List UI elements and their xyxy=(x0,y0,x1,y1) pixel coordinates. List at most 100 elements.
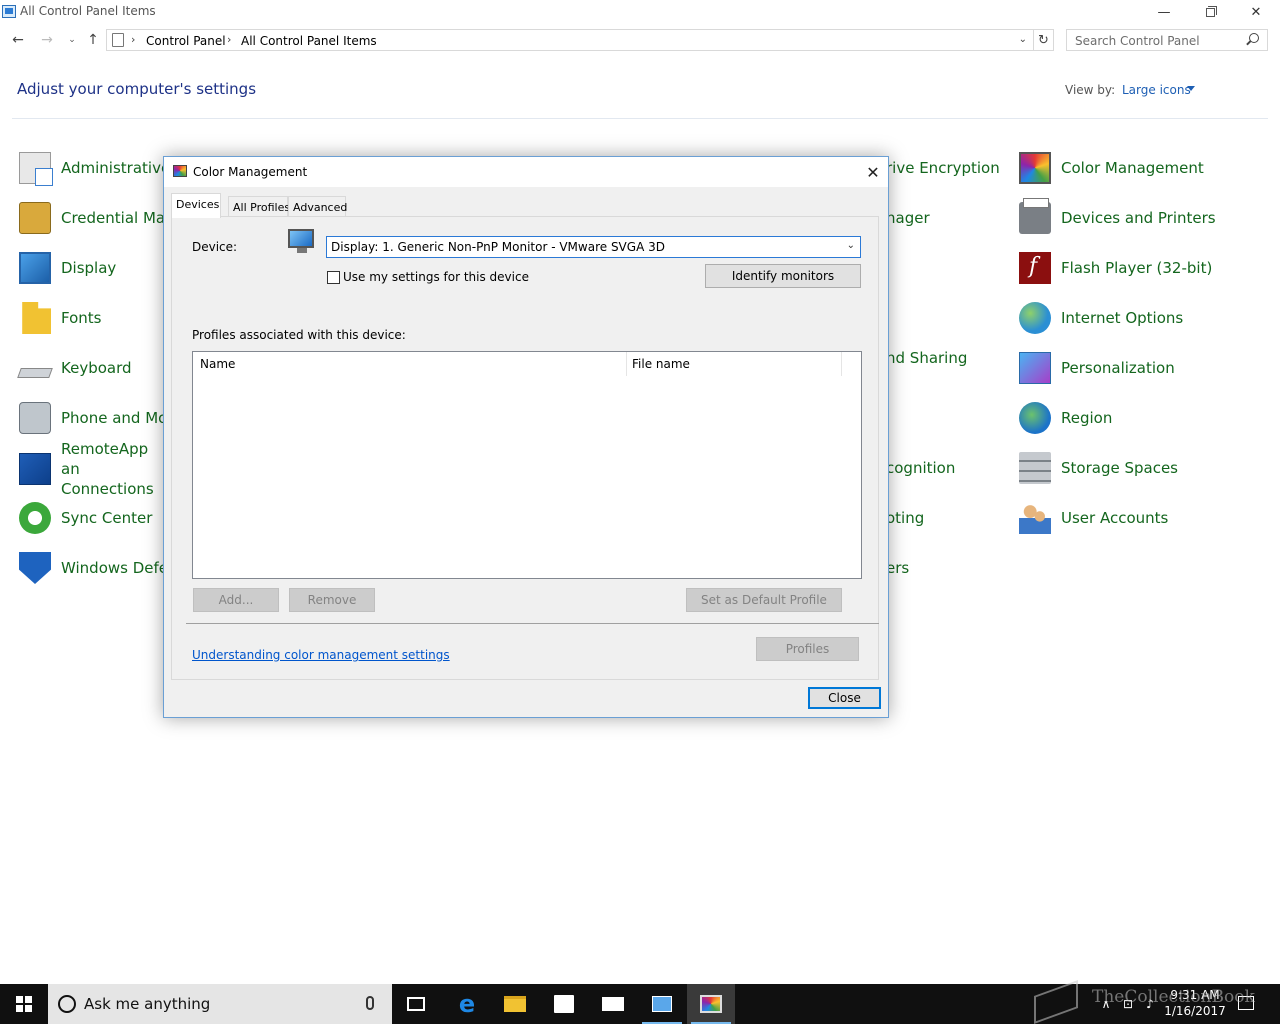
remove-profile-button[interactable]: Remove xyxy=(289,588,375,612)
item-internet-options[interactable]: Internet Options xyxy=(1019,298,1183,338)
mail-button[interactable] xyxy=(589,984,637,1024)
back-button[interactable]: ← xyxy=(8,29,28,51)
color-management-taskbar-button[interactable] xyxy=(687,984,735,1024)
item-flash-player[interactable]: Flash Player (32-bit) xyxy=(1019,248,1212,288)
column-header-file-name[interactable]: File name xyxy=(632,357,690,371)
minimize-button[interactable]: — xyxy=(1141,0,1187,24)
microphone-icon[interactable] xyxy=(366,996,374,1010)
address-dropdown-icon[interactable]: ⌄ xyxy=(1019,34,1027,45)
sync-center-icon xyxy=(19,502,51,534)
column-separator[interactable] xyxy=(841,352,842,376)
item-label: Sync Center xyxy=(61,509,153,527)
maximize-button[interactable] xyxy=(1187,0,1233,24)
up-button[interactable]: ↑ xyxy=(83,29,103,51)
item-administrative-tools[interactable]: Administrative xyxy=(19,148,170,188)
restore-icon xyxy=(1205,5,1217,17)
item-folders-fragment[interactable]: ers xyxy=(886,559,909,577)
item-remoteapp[interactable]: RemoteApp an Connections xyxy=(19,440,171,498)
column-header-name[interactable]: Name xyxy=(200,357,235,371)
profiles-list[interactable]: Name File name xyxy=(192,351,862,579)
view-by-dropdown[interactable]: Large icons xyxy=(1122,83,1191,97)
task-view-button[interactable] xyxy=(392,984,440,1024)
breadcrumb-control-panel[interactable]: Control Panel xyxy=(146,34,226,48)
view-by-label: View by: xyxy=(1065,83,1116,97)
item-fonts[interactable]: Fonts xyxy=(19,298,101,338)
cortana-search-box[interactable]: Ask me anything xyxy=(48,984,392,1024)
breadcrumb-separator[interactable]: › xyxy=(131,33,135,46)
display-icon xyxy=(19,252,51,284)
item-bitlocker-fragment[interactable]: rive Encryption xyxy=(886,159,1000,177)
item-troubleshooting-fragment[interactable]: oting xyxy=(886,509,924,527)
item-recognition-fragment[interactable]: cognition xyxy=(886,459,955,477)
item-color-management[interactable]: Color Management xyxy=(1019,148,1204,188)
item-keyboard[interactable]: Keyboard xyxy=(17,348,132,388)
item-devices-printers[interactable]: Devices and Printers xyxy=(1019,198,1216,238)
item-region[interactable]: Region xyxy=(1019,398,1112,438)
control-panel-icon xyxy=(652,996,672,1012)
store-button[interactable] xyxy=(540,984,588,1024)
item-phone-modem[interactable]: Phone and Mo xyxy=(19,398,167,438)
page-icon xyxy=(112,33,124,47)
close-button[interactable]: Close xyxy=(808,687,881,709)
tab-all-profiles[interactable]: All Profiles xyxy=(228,196,290,217)
control-panel-taskbar-button[interactable] xyxy=(638,984,686,1024)
search-input[interactable]: Search Control Panel xyxy=(1066,29,1268,51)
item-label: Personalization xyxy=(1061,359,1175,377)
cortana-icon xyxy=(58,995,76,1013)
close-window-button[interactable]: ✕ xyxy=(1233,0,1279,24)
profiles-button[interactable]: Profiles xyxy=(756,637,859,661)
start-button[interactable] xyxy=(0,984,48,1024)
chevron-down-icon: ⌄ xyxy=(846,240,855,251)
item-sync-center[interactable]: Sync Center xyxy=(19,498,152,538)
item-storage-spaces[interactable]: Storage Spaces xyxy=(1019,448,1178,488)
help-link[interactable]: Understanding color management settings xyxy=(192,648,450,662)
profiles-label: Profiles associated with this device: xyxy=(192,328,406,342)
keyboard-icon xyxy=(17,368,53,378)
tab-devices[interactable]: Devices xyxy=(171,193,221,218)
item-label: Display xyxy=(61,259,117,277)
item-personalization[interactable]: Personalization xyxy=(1019,348,1175,388)
address-bar[interactable]: › Control Panel › All Control Panel Item… xyxy=(106,29,1034,51)
item-credential-manager[interactable]: Credential Mar xyxy=(19,198,171,238)
credential-manager-icon xyxy=(19,202,51,234)
item-label: Color Management xyxy=(1061,159,1204,177)
tab-advanced[interactable]: Advanced xyxy=(288,196,347,217)
item-user-accounts[interactable]: User Accounts xyxy=(1019,498,1168,538)
device-select-value: Display: 1. Generic Non-PnP Monitor - VM… xyxy=(328,238,668,256)
refresh-button[interactable]: ↻ xyxy=(1034,29,1054,51)
dialog-titlebar[interactable]: Color Management ✕ xyxy=(164,157,888,187)
item-label: Windows Defe xyxy=(61,559,169,577)
breadcrumb-all-items[interactable]: All Control Panel Items xyxy=(241,34,377,48)
edge-button[interactable]: e xyxy=(443,984,491,1024)
item-label: Internet Options xyxy=(1061,309,1184,327)
color-management-dialog: Color Management ✕ Devices All Profiles … xyxy=(163,156,889,718)
breadcrumb-separator[interactable]: › xyxy=(227,33,231,46)
item-windows-defender[interactable]: Windows Defe xyxy=(19,548,168,588)
item-display[interactable]: Display xyxy=(19,248,116,288)
use-my-settings-label[interactable]: Use my settings for this device xyxy=(343,270,529,284)
search-placeholder: Search Control Panel xyxy=(1075,34,1200,48)
user-accounts-icon xyxy=(1019,502,1051,534)
item-manager-fragment[interactable]: nager xyxy=(886,209,930,227)
use-my-settings-checkbox[interactable] xyxy=(327,271,340,284)
item-sharing-fragment[interactable]: nd Sharing xyxy=(886,349,967,367)
identify-monitors-button[interactable]: Identify monitors xyxy=(705,264,861,288)
dialog-title: Color Management xyxy=(193,165,308,179)
column-separator[interactable] xyxy=(626,352,627,376)
windows-logo-icon xyxy=(16,996,32,1012)
forward-button[interactable]: → xyxy=(37,29,57,51)
set-default-profile-button[interactable]: Set as Default Profile xyxy=(686,588,842,612)
dialog-close-button[interactable]: ✕ xyxy=(860,161,886,183)
item-label: Flash Player (32-bit) xyxy=(1061,259,1213,277)
recent-locations-button[interactable]: ⌄ xyxy=(62,29,82,51)
monitor-icon xyxy=(288,229,316,253)
file-explorer-button[interactable] xyxy=(491,984,539,1024)
add-profile-button[interactable]: Add... xyxy=(193,588,279,612)
item-label: Storage Spaces xyxy=(1061,459,1178,477)
device-select[interactable]: Display: 1. Generic Non-PnP Monitor - VM… xyxy=(326,236,861,258)
internet-options-icon xyxy=(1019,302,1051,334)
taskbar: Ask me anything e ∧ ⊡ ♪ 9:31 AM 1/16/201… xyxy=(0,984,1280,1024)
window-title: All Control Panel Items xyxy=(20,4,156,18)
chevron-down-icon[interactable] xyxy=(1187,86,1195,91)
storage-spaces-icon xyxy=(1019,452,1051,484)
